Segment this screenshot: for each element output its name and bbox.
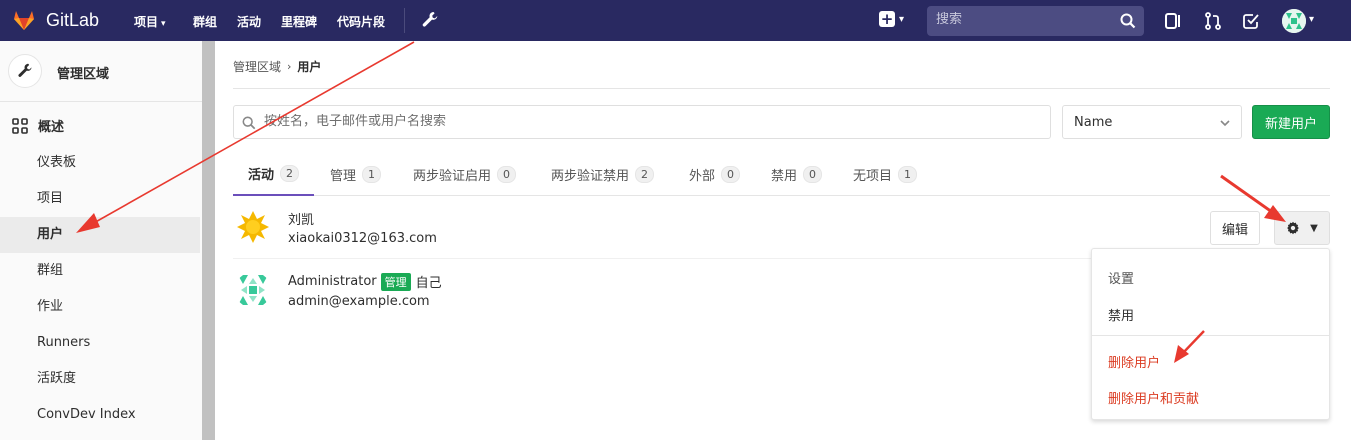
sidebar-item-overview[interactable]: 概述 [12, 116, 64, 135]
sort-dropdown[interactable]: Name [1062, 105, 1242, 139]
tab-blocked[interactable]: 禁用 0 [771, 152, 823, 196]
divider [233, 88, 1330, 89]
gitlab-fox-icon [14, 11, 34, 30]
sidebar-item-runners[interactable]: Runners [0, 325, 200, 361]
breadcrumb-admin-link[interactable]: 管理区域 [233, 58, 281, 75]
user-actions-button[interactable]: ▼ [1274, 211, 1330, 245]
chevron-down-icon: ▼ [1310, 222, 1318, 234]
sidebar-item-users[interactable]: 用户 [0, 217, 200, 253]
sidebar-item-groups[interactable]: 群组 [0, 253, 200, 289]
count-badge: 2 [280, 164, 300, 182]
tab-label: 无项目 [853, 168, 893, 184]
nav-activity[interactable]: 活动 [237, 13, 261, 30]
delete-user-item[interactable]: 删除用户 [1108, 352, 1160, 371]
user-actions-dropdown: 设置 禁用 删除用户 删除用户和贡献 [1091, 248, 1330, 420]
chevron-down-icon: ▾ [161, 19, 166, 29]
merge-request-icon[interactable] [1203, 11, 1223, 31]
sort-value: Name [1074, 115, 1113, 130]
user-name-line: Administrator 管理 自己 [288, 272, 442, 291]
user-name[interactable]: 刘凯 [288, 209, 314, 228]
tab-2fa-enabled[interactable]: 两步验证启用 0 [413, 152, 517, 196]
sidebar-item-jobs[interactable]: 作业 [0, 289, 200, 325]
self-label: 自己 [415, 276, 442, 291]
dropdown-settings-header: 设置 [1108, 272, 1135, 287]
tab-external[interactable]: 外部 0 [689, 152, 741, 196]
sidebar-item-convdev[interactable]: ConvDev Index [0, 397, 200, 433]
tab-label: 管理 [330, 168, 357, 184]
search-icon [1120, 13, 1136, 29]
sidebar-scrollbar[interactable] [202, 41, 215, 440]
admin-wrench-icon[interactable] [420, 10, 440, 30]
tab-active[interactable]: 活动 2 [233, 152, 315, 196]
sidebar-overview-label: 概述 [38, 120, 65, 135]
gitlab-logo[interactable]: GitLab [12, 8, 99, 32]
count-badge: 2 [635, 165, 655, 183]
brand-name: GitLab [46, 9, 100, 30]
global-search-input[interactable] [936, 12, 1116, 27]
count-badge: 0 [721, 165, 741, 183]
block-user-item[interactable]: 禁用 [1108, 305, 1134, 324]
count-badge: 0 [803, 165, 823, 183]
nav-groups[interactable]: 群组 [193, 13, 217, 30]
user-avatar[interactable] [1282, 9, 1306, 33]
wrench-icon [8, 54, 42, 88]
chevron-down-icon [1220, 120, 1230, 127]
delete-user-contributions-item[interactable]: 删除用户和贡献 [1108, 388, 1199, 407]
identicon-avatar-icon [1282, 9, 1306, 33]
edit-button[interactable]: 编辑 [1210, 211, 1260, 245]
user-avatar[interactable] [235, 209, 271, 245]
nav-projects[interactable]: 项目 ▾ [134, 13, 166, 30]
user-filter-tabs: 活动 2 管理 1 两步验证启用 0 两步验证禁用 2 外部 0 禁用 0 无项目 1 [233, 152, 1330, 196]
user-name[interactable]: Administrator [288, 274, 377, 289]
nav-divider [404, 8, 405, 33]
user-avatar[interactable] [235, 272, 271, 308]
sidebar-item-activity[interactable]: 活跃度 [0, 361, 200, 397]
user-email: xiaokai0312@163.com [288, 231, 437, 246]
nav-projects-label: 项目 [134, 15, 159, 29]
tab-without-projects[interactable]: 无项目 1 [853, 152, 918, 196]
identicon-avatar-icon [235, 272, 271, 308]
tab-label: 两步验证禁用 [551, 168, 630, 184]
tab-admins[interactable]: 管理 1 [330, 152, 382, 196]
todo-check-icon[interactable] [1241, 11, 1261, 31]
plus-icon: + [879, 10, 895, 28]
user-email: admin@example.com [288, 294, 430, 309]
sidebar-header[interactable]: 管理区域 [0, 41, 202, 102]
count-badge: 1 [362, 165, 382, 183]
identicon-avatar-icon [235, 209, 271, 245]
nav-milestones[interactable]: 里程碑 [281, 13, 317, 30]
global-search[interactable] [927, 6, 1144, 36]
nav-snippets[interactable]: 代码片段 [337, 13, 385, 30]
admin-sidebar: 管理区域 概述 仪表板 项目 用户 群组 作业 Runners 活跃度 Conv… [0, 41, 215, 440]
search-icon [242, 116, 256, 130]
admin-badge: 管理 [380, 272, 411, 291]
breadcrumb: 管理区域 › 用户 [233, 58, 321, 75]
breadcrumb-current[interactable]: 用户 [297, 58, 321, 75]
new-dropdown-button[interactable]: + ▾ [879, 11, 904, 27]
count-badge: 1 [898, 165, 918, 183]
chevron-down-icon: ▾ [899, 13, 905, 25]
chevron-down-icon[interactable]: ▾ [1309, 14, 1314, 25]
tab-label: 禁用 [771, 168, 798, 184]
sidebar-item-projects[interactable]: 项目 [0, 181, 200, 217]
sidebar-toggle-icon[interactable] [1163, 11, 1183, 31]
top-navbar: GitLab 项目 ▾ 群组 活动 里程碑 代码片段 + ▾ 搜索 ▾ [0, 0, 1351, 41]
sidebar-title: 管理区域 [57, 67, 110, 82]
count-badge: 0 [497, 165, 517, 183]
tab-label: 外部 [689, 168, 716, 184]
sidebar-item-dashboard[interactable]: 仪表板 [0, 145, 200, 181]
tab-label: 活动 [248, 167, 275, 183]
chevron-right-icon: › [287, 60, 292, 73]
tab-2fa-disabled[interactable]: 两步验证禁用 2 [551, 152, 655, 196]
grid-icon [12, 117, 28, 134]
tab-label: 两步验证启用 [413, 168, 492, 184]
new-user-button[interactable]: 新建用户 [1252, 105, 1330, 139]
user-search-input[interactable] [264, 114, 1024, 129]
dropdown-divider [1092, 335, 1329, 336]
user-search-field[interactable] [233, 105, 1051, 139]
gear-icon [1287, 221, 1300, 235]
